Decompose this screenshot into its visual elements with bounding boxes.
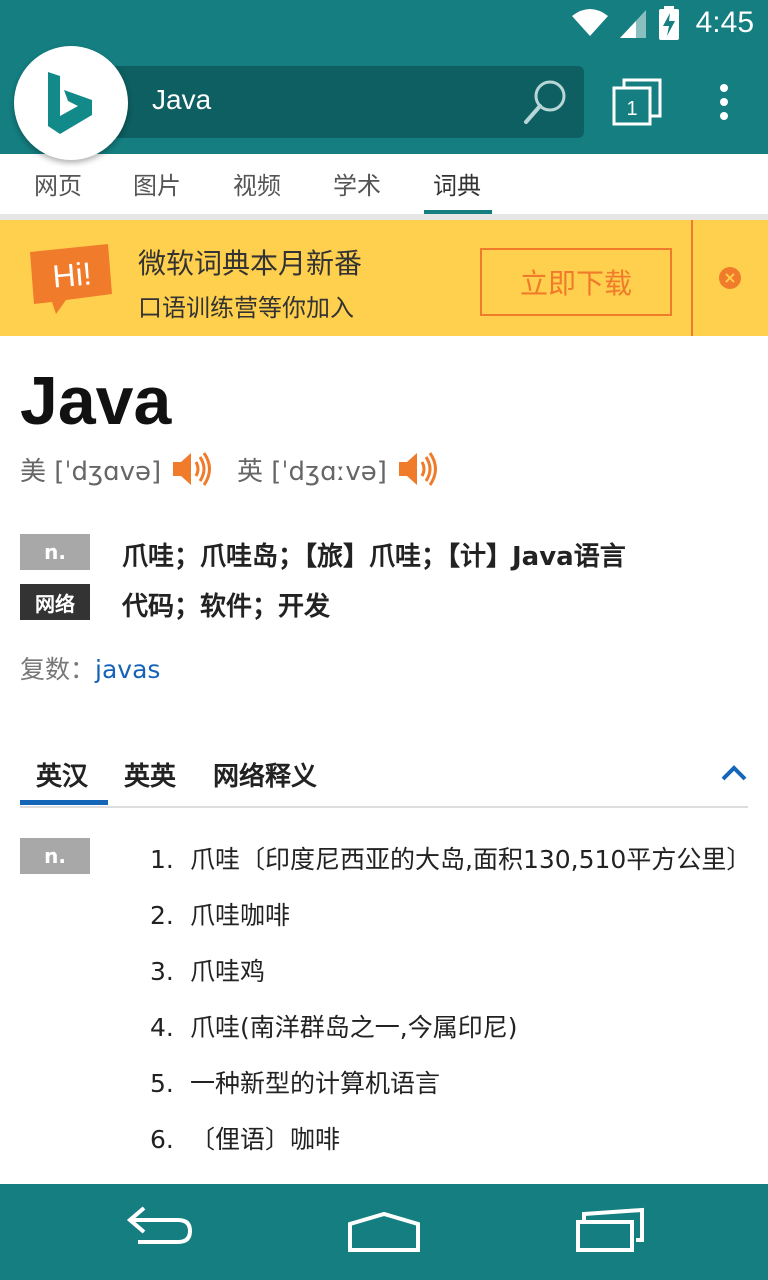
item-number: 2. bbox=[150, 901, 174, 930]
signal-icon bbox=[619, 10, 646, 38]
pron-uk: 英 [ˈdʒɑːvə] bbox=[237, 450, 439, 488]
item-text: 一种新型的计算机语言 bbox=[190, 1069, 441, 1098]
pron-us-text: 美 [ˈdʒɑvə] bbox=[20, 456, 162, 487]
definition-line-web: 代码；软件；开发 bbox=[122, 592, 331, 622]
speaker-us-icon[interactable] bbox=[171, 450, 213, 488]
definition-list: 1. 爪哇〔印度尼西亚的大岛,面积130,510平方公里〕 2. 爪哇咖啡 3.… bbox=[150, 838, 752, 1174]
search-icon[interactable] bbox=[522, 78, 570, 126]
subtab-web-definitions[interactable]: 网络释义 bbox=[213, 756, 317, 793]
detail-pos-tag: n. bbox=[20, 838, 90, 874]
list-item: 3. 爪哇鸡 bbox=[150, 950, 750, 994]
subtab-en-zh[interactable]: 英汉 bbox=[36, 756, 88, 793]
definition-line: 爪哇；爪哇岛；【旅】爪哇；【计】Java语言 bbox=[122, 542, 626, 572]
tabs-icon[interactable]: 1 bbox=[612, 78, 662, 126]
back-icon[interactable] bbox=[124, 1204, 196, 1248]
bing-logo[interactable] bbox=[14, 46, 128, 160]
tabs-count: 1 bbox=[626, 98, 637, 120]
tab-academic[interactable]: 学术 bbox=[333, 166, 381, 201]
hi-badge-text: Hi! bbox=[51, 255, 93, 294]
entry-word: Java bbox=[20, 363, 172, 439]
home-icon[interactable] bbox=[346, 1200, 422, 1256]
banner-subtitle: 口语训练营等你加入 bbox=[138, 294, 354, 322]
list-item: 4. 爪哇(南洋群岛之一,今属印尼) bbox=[150, 1006, 750, 1050]
item-number: 5. bbox=[150, 1069, 174, 1098]
item-number: 3. bbox=[150, 957, 174, 986]
banner-title: 微软词典本月新番 bbox=[138, 247, 363, 280]
status-icons: 4:45 bbox=[571, 6, 754, 40]
list-item: 1. 爪哇〔印度尼西亚的大岛,面积130,510平方公里〕 bbox=[150, 838, 752, 882]
item-text: 〔俚语〕咖啡 bbox=[190, 1125, 341, 1154]
list-item: 2. 爪哇咖啡 bbox=[150, 894, 750, 938]
download-button[interactable]: 立即下载 bbox=[480, 248, 672, 316]
status-bar: 4:45 bbox=[0, 0, 768, 50]
item-number: 4. bbox=[150, 1013, 174, 1042]
plural-label: 复数： bbox=[20, 655, 96, 684]
chevron-up-icon[interactable] bbox=[720, 762, 748, 782]
item-text: 爪哇鸡 bbox=[190, 957, 266, 986]
tab-web[interactable]: 网页 bbox=[34, 166, 82, 201]
subtab-en-en[interactable]: 英英 bbox=[124, 756, 176, 793]
search-box[interactable]: Java bbox=[108, 66, 584, 138]
tab-videos[interactable]: 视频 bbox=[233, 166, 281, 201]
pron-us: 美 [ˈdʒɑvə] bbox=[20, 450, 213, 488]
tab-dictionary[interactable]: 词典 bbox=[433, 166, 481, 201]
plural-link[interactable]: javas bbox=[95, 655, 160, 684]
item-text: 爪哇(南洋群岛之一,今属印尼) bbox=[190, 1013, 518, 1042]
speaker-uk-icon[interactable] bbox=[397, 450, 439, 488]
close-icon[interactable]: × bbox=[719, 267, 741, 289]
search-input[interactable]: Java bbox=[152, 84, 211, 116]
tab-images[interactable]: 图片 bbox=[133, 166, 181, 201]
pron-uk-text: 英 [ˈdʒɑːvə] bbox=[237, 456, 387, 487]
status-time: 4:45 bbox=[695, 6, 754, 39]
banner-divider bbox=[691, 220, 693, 336]
system-navigation-bar bbox=[0, 1184, 768, 1280]
plural-form: 复数：javas bbox=[20, 650, 160, 686]
pos-tag: n. bbox=[20, 534, 90, 570]
tabs-button[interactable]: 1 bbox=[612, 78, 662, 130]
hi-badge-icon: Hi! bbox=[30, 244, 112, 314]
active-subtab-indicator bbox=[20, 800, 108, 805]
item-text: 爪哇〔印度尼西亚的大岛,面积130,510平方公里〕 bbox=[190, 845, 752, 874]
item-number: 6. bbox=[150, 1125, 174, 1154]
list-item: 6. 〔俚语〕咖啡 bbox=[150, 1118, 750, 1162]
search-vertical-tabs: 网页 图片 视频 学术 词典 bbox=[0, 154, 768, 214]
wifi-icon bbox=[571, 9, 608, 36]
item-text: 爪哇咖啡 bbox=[190, 901, 291, 930]
battery-charging-icon bbox=[658, 6, 679, 40]
overflow-menu-icon[interactable] bbox=[712, 84, 736, 124]
recent-apps-icon[interactable] bbox=[574, 1200, 646, 1256]
bing-logo-icon bbox=[48, 72, 92, 134]
pos-tag-web: 网络 bbox=[20, 584, 90, 620]
list-item: 5. 一种新型的计算机语言 bbox=[150, 1062, 750, 1106]
item-number: 1. bbox=[150, 845, 174, 874]
dictionary-subtabs: 英汉 英英 网络释义 bbox=[20, 750, 748, 808]
